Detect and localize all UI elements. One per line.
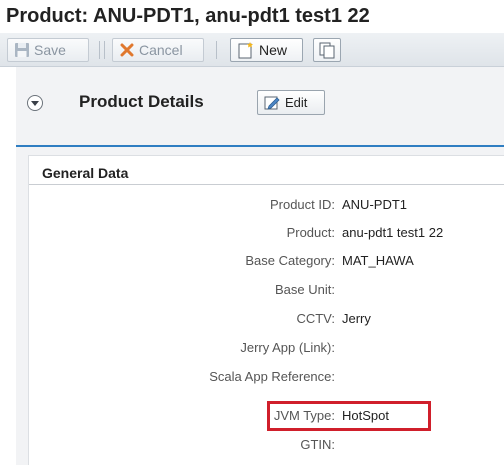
edit-button[interactable]: Edit	[257, 90, 325, 115]
toolbar-separator	[99, 41, 100, 59]
edit-label: Edit	[285, 95, 308, 110]
section-header: Product Details Edit	[16, 67, 504, 145]
field-row-gtin: GTIN:	[29, 434, 504, 456]
toolbar-separator	[104, 41, 105, 59]
new-button[interactable]: New	[230, 38, 303, 62]
field-label: Scala App Reference:	[209, 369, 335, 384]
card-divider	[29, 184, 504, 185]
cancel-button[interactable]: Cancel	[112, 38, 204, 62]
cancel-label: Cancel	[139, 42, 183, 58]
field-label: Base Unit:	[275, 282, 335, 297]
field-row-base-category: Base Category: MAT_HAWA	[29, 250, 504, 272]
save-label: Save	[34, 42, 66, 58]
highlight-box	[267, 401, 431, 431]
toolbar-separator	[216, 41, 217, 59]
field-label: GTIN:	[300, 437, 335, 452]
pencil-icon	[264, 96, 280, 110]
save-button[interactable]: Save	[7, 38, 89, 62]
product-details-panel: Product Details Edit General Data Produc…	[16, 67, 504, 465]
field-value: Jerry	[342, 311, 371, 326]
field-label: Jerry App (Link):	[240, 340, 335, 355]
general-data-card: General Data Product ID: ANU-PDT1 Produc…	[28, 155, 504, 465]
field-row-base-unit: Base Unit:	[29, 279, 504, 301]
field-row-scala-app-reference: Scala App Reference:	[29, 366, 504, 388]
field-label: Base Category:	[245, 253, 335, 268]
field-label: Product:	[286, 225, 335, 240]
section-title: Product Details	[79, 92, 204, 111]
copy-button[interactable]	[313, 38, 341, 62]
field-value: MAT_HAWA	[342, 253, 414, 268]
toolbar: Save Cancel New	[0, 33, 504, 67]
field-label: CCTV:	[296, 311, 335, 326]
section-divider	[16, 145, 504, 147]
chevron-down-icon[interactable]	[27, 95, 43, 111]
field-row-cctv: CCTV: Jerry	[29, 308, 504, 330]
page-title: Product: ANU-PDT1, anu-pdt1 test1 22	[6, 5, 370, 27]
general-data-title: General Data	[42, 165, 129, 181]
close-icon	[120, 43, 134, 57]
floppy-disk-icon	[15, 43, 29, 57]
field-row-product-id: Product ID: ANU-PDT1	[29, 194, 504, 216]
new-label: New	[259, 42, 288, 58]
field-value: anu-pdt1 test1 22	[342, 225, 444, 240]
title-bar: Product: ANU-PDT1, anu-pdt1 test1 22	[0, 0, 504, 33]
field-label: Product ID:	[269, 197, 335, 212]
field-value: ANU-PDT1	[342, 197, 408, 212]
copy-icon	[319, 42, 335, 59]
new-document-icon	[238, 42, 253, 59]
field-row-product: Product: anu-pdt1 test1 22	[29, 222, 504, 244]
field-row-jerry-app-link: Jerry App (Link):	[29, 337, 504, 359]
